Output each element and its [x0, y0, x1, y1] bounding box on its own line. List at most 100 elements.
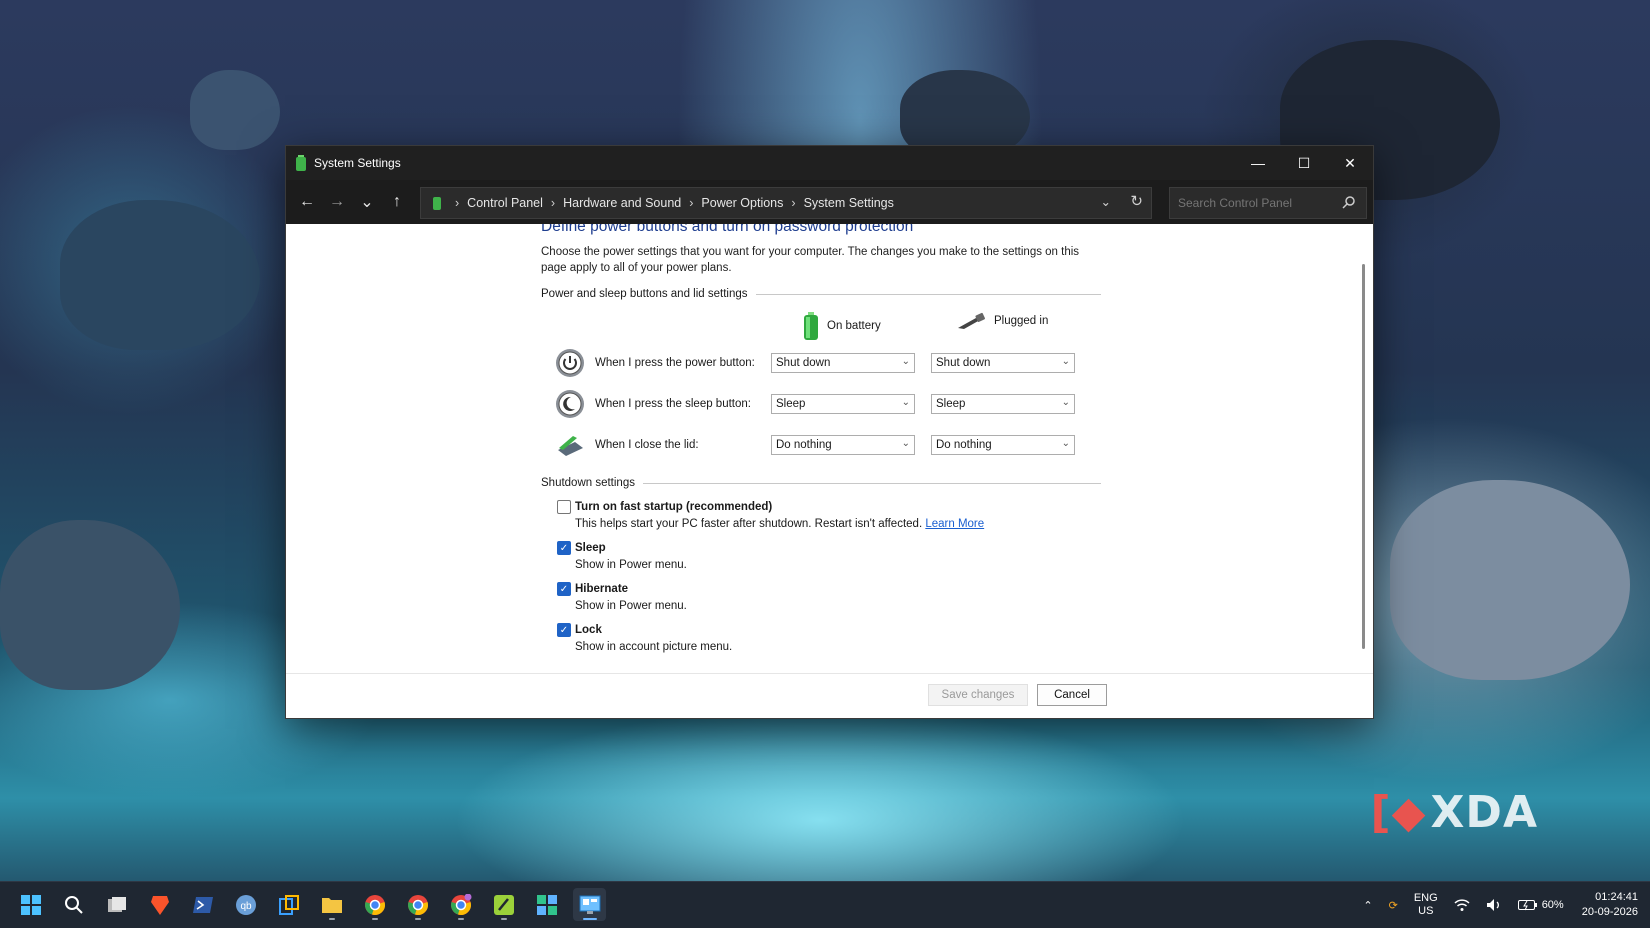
lid-close-plugged-select[interactable]: Do nothing ⌄ — [931, 434, 1075, 455]
chrome-icon — [364, 894, 385, 915]
qbittorrent-button[interactable]: qb — [229, 888, 262, 921]
power-button-battery-select[interactable]: Shut down ⌄ — [771, 352, 915, 373]
selected-value: Shut down — [936, 356, 991, 369]
power-button-plugged-select[interactable]: Shut down ⌄ — [931, 352, 1075, 373]
notepad-app-button[interactable] — [487, 888, 520, 921]
system-settings-window: System Settings — ☐ ✕ ← → ⌄ ↑ › Control … — [285, 145, 1374, 719]
column-headers: On battery Plugged in — [541, 306, 1101, 342]
laptop-lid-icon — [558, 435, 583, 456]
sleep-button-row: When I press the sleep button: Sleep ⌄ Sl… — [541, 383, 1101, 424]
photos-app-button[interactable] — [530, 888, 563, 921]
section-title: Shutdown settings — [541, 477, 635, 489]
plugged-in-header: Plugged in — [956, 312, 1048, 330]
hibernate-option: ✓ Hibernate Show in Power menu. — [557, 581, 1101, 615]
task-view-button[interactable] — [100, 888, 133, 921]
breadcrumb-system-settings[interactable]: System Settings — [804, 196, 894, 210]
hibernate-label: Hibernate — [575, 583, 629, 595]
address-bar[interactable]: › Control Panel › Hardware and Sound › P… — [420, 187, 1152, 219]
refresh-icon[interactable]: ↻ — [1130, 192, 1143, 210]
shutdown-section-header: Shutdown settings — [541, 477, 1101, 489]
language-indicator[interactable]: ENG US — [1414, 892, 1438, 918]
navigation-bar: ← → ⌄ ↑ › Control Panel › Hardware and S… — [286, 180, 1373, 224]
lock-checkbox[interactable]: ✓ — [557, 623, 571, 637]
running-indicator — [328, 918, 335, 920]
system-tray: ⌃ ⟳ ENG US 60% 01:24:41 20-09-2026 — [1355, 882, 1650, 928]
plugged-in-label: Plugged in — [994, 315, 1049, 327]
chrome-profile-button[interactable] — [401, 888, 434, 921]
breadcrumb-control-panel[interactable]: Control Panel — [467, 196, 543, 210]
control-panel-button[interactable] — [573, 888, 606, 921]
chevron-down-icon: ⌄ — [1061, 396, 1070, 408]
lock-description: Show in account picture menu. — [575, 641, 733, 653]
recent-locations-button[interactable]: ⌄ — [352, 187, 382, 217]
search-taskbar-button[interactable] — [57, 888, 90, 921]
running-indicator — [582, 918, 597, 920]
qbittorrent-icon: qb — [235, 894, 256, 915]
breadcrumb-separator: › — [689, 196, 694, 210]
search-icon[interactable] — [1342, 195, 1356, 209]
hibernate-checkbox[interactable]: ✓ — [557, 582, 571, 596]
breadcrumb-separator: › — [455, 196, 460, 210]
start-button[interactable] — [14, 888, 47, 921]
save-changes-button[interactable]: Save changes — [928, 684, 1028, 706]
fast-startup-checkbox[interactable] — [557, 500, 571, 514]
taskbar: qb ⌃ ⟳ ENG US 60% 01:24:41 20-09-2026 — [0, 881, 1650, 928]
sleep-checkbox[interactable]: ✓ — [557, 541, 571, 555]
sleep-button-battery-select[interactable]: Sleep ⌄ — [771, 393, 915, 414]
minimize-button[interactable]: — — [1235, 146, 1281, 180]
lid-close-row: When I close the lid: Do nothing ⌄ Do not… — [541, 424, 1101, 465]
power-button-label: When I press the power button: — [595, 356, 755, 369]
photos-icon — [536, 894, 557, 915]
search-icon — [64, 895, 83, 914]
power-icon — [556, 348, 584, 377]
chrome-icon — [407, 894, 428, 915]
folder-icon — [321, 897, 342, 913]
close-button[interactable]: ✕ — [1327, 146, 1373, 180]
sleep-button-plugged-select[interactable]: Sleep ⌄ — [931, 393, 1075, 414]
page-title: Define power buttons and turn on passwor… — [541, 224, 914, 235]
chevron-up-icon[interactable]: ⌃ — [1363, 899, 1372, 912]
fast-startup-description: This helps start your PC faster after sh… — [575, 518, 923, 530]
wallpaper-rock — [190, 70, 280, 150]
cancel-button[interactable]: Cancel — [1037, 684, 1107, 706]
volume-icon[interactable] — [1486, 898, 1502, 912]
keyboard-layout: US — [1418, 905, 1434, 917]
update-sync-icon[interactable]: ⟳ — [1389, 899, 1398, 912]
breadcrumb-hardware-and-sound[interactable]: Hardware and Sound — [563, 196, 681, 210]
battery-status[interactable]: 60% — [1517, 899, 1564, 911]
section-divider — [642, 482, 1101, 484]
dialog-footer: Save changes Cancel — [286, 673, 1373, 718]
breadcrumb-power-options[interactable]: Power Options — [701, 196, 783, 210]
maximize-button[interactable]: ☐ — [1281, 146, 1327, 180]
task-view-icon — [107, 896, 126, 912]
content-area: Define power buttons and turn on passwor… — [286, 224, 1373, 674]
breadcrumb-separator: › — [791, 196, 796, 210]
power-plug-icon — [958, 312, 985, 329]
back-button[interactable]: ← — [292, 187, 322, 217]
xda-watermark: [◆XDA — [1370, 787, 1538, 838]
chrome-button[interactable] — [358, 888, 391, 921]
vertical-scrollbar[interactable] — [1362, 264, 1365, 649]
file-explorer-button[interactable] — [315, 888, 348, 921]
chevron-down-icon: ⌄ — [1061, 355, 1070, 367]
running-indicator — [414, 918, 421, 920]
windows-icon — [20, 894, 41, 915]
selected-value: Do nothing — [936, 438, 992, 451]
clock[interactable]: 01:24:41 20-09-2026 — [1582, 890, 1638, 920]
powershell-button[interactable] — [186, 888, 219, 921]
lid-close-battery-select[interactable]: Do nothing ⌄ — [771, 434, 915, 455]
on-battery-label: On battery — [827, 320, 881, 332]
chrome-canary-button[interactable] — [444, 888, 477, 921]
search-input[interactable] — [1176, 195, 1340, 211]
forward-button[interactable]: → — [322, 187, 352, 217]
brave-browser-button[interactable] — [143, 888, 176, 921]
battery-location-icon — [433, 197, 441, 210]
up-button[interactable]: ↑ — [382, 187, 412, 217]
running-indicator — [371, 918, 378, 920]
wifi-icon[interactable] — [1454, 898, 1470, 912]
learn-more-link[interactable]: Learn More — [925, 518, 984, 530]
search-box[interactable] — [1169, 187, 1367, 219]
phone-link-button[interactable] — [272, 888, 305, 921]
address-dropdown-icon[interactable]: ⌄ — [1101, 194, 1111, 209]
sleep-button-label: When I press the sleep button: — [595, 397, 751, 410]
